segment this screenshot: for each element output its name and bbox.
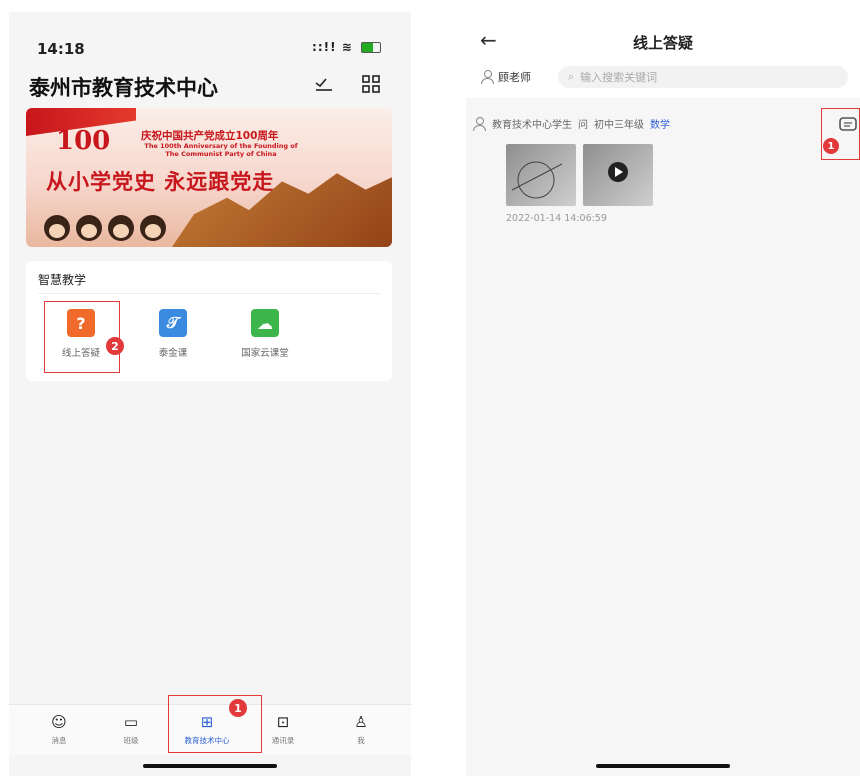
step-marker-2: 2 <box>106 337 124 355</box>
tab-label: 我 <box>357 736 365 745</box>
post-subject: 数学 <box>650 120 670 131</box>
banner-title-en: The 100th Anniversary of the Founding of… <box>136 142 306 158</box>
calligraphy-icon: 𝒯 <box>159 309 187 337</box>
battery-icon <box>361 42 381 53</box>
tab-me[interactable]: ♙ 我 <box>331 713 391 746</box>
section-title: 智慧教学 <box>38 273 87 287</box>
check-list-icon[interactable] <box>312 72 336 96</box>
video-thumbnail[interactable] <box>583 144 653 206</box>
home-indicator <box>596 764 730 768</box>
tile-national-cloud-class[interactable]: ☁ 国家云课堂 <box>230 309 300 359</box>
scan-grid-icon[interactable] <box>359 72 383 96</box>
page-title: 线上答疑 <box>632 34 693 52</box>
wifi-icon: ≋ <box>341 40 353 54</box>
tab-label: 通讯录 <box>271 736 295 745</box>
class-icon: ▭ <box>123 713 139 731</box>
highlight-box-tab <box>168 695 262 753</box>
status-icons: ::!! ≋ <box>312 40 381 54</box>
cloud-classroom-icon: ☁ <box>251 309 279 337</box>
current-user[interactable]: 顾老师 <box>480 69 531 85</box>
post-action: 问 <box>578 120 588 131</box>
user-icon <box>480 70 494 84</box>
step-marker-comment: 1 <box>823 138 839 154</box>
search-icon: ⌕ <box>568 70 575 83</box>
banner-number: 100 <box>56 126 111 156</box>
bottom-tab-bar: ☺ 消息 ▭ 班级 ⊞ 教育技术中心 ⊡ 通讯录 ♙ 我 1 <box>9 695 411 755</box>
tile-taijin-course[interactable]: 𝒯 泰金课 <box>138 309 208 359</box>
post-timestamp: 2022-01-14 14:06:59 <box>506 213 607 224</box>
tab-label: 消息 <box>51 736 67 745</box>
user-name: 顾老师 <box>498 71 531 84</box>
back-arrow-icon[interactable]: ← <box>480 28 497 52</box>
left-phone-screen: 14:18 ::!! ≋ 泰州市教育技术中心 100 庆祝中国共产党成立100周… <box>9 12 411 776</box>
status-time: 14:18 <box>37 40 85 58</box>
tile-label: 国家云课堂 <box>241 348 289 359</box>
post-author: 教育技术中心学生 <box>492 120 572 131</box>
home-indicator <box>143 764 277 768</box>
smart-teaching-card: 智慧教学 ? 线上答疑 𝒯 泰金课 ☁ 国家云课堂 2 <box>26 261 392 381</box>
signal-icon: ::!! <box>312 40 337 54</box>
banner-title-en-1: The 100th Anniversary of the Founding of <box>144 142 298 150</box>
image-thumbnail[interactable] <box>506 144 576 206</box>
profile-icon: ♙ <box>354 713 368 731</box>
tile-label: 泰金课 <box>158 348 188 359</box>
divider <box>38 293 380 294</box>
page-title: 泰州市教育技术中心 <box>29 76 218 100</box>
tab-contacts[interactable]: ⊡ 通讯录 <box>253 713 313 746</box>
tab-label: 班级 <box>123 736 139 745</box>
banner-slogan: 从小学党史 永远跟党走 <box>46 169 275 194</box>
tab-messages[interactable]: ☺ 消息 <box>29 713 89 746</box>
post-header: 教育技术中心学生 问 初中三年级 数学 <box>472 116 670 131</box>
play-icon <box>608 162 628 182</box>
message-icon: ☺ <box>51 713 67 731</box>
tab-class[interactable]: ▭ 班级 <box>101 713 161 746</box>
children-illustration <box>44 215 166 241</box>
contacts-icon: ⊡ <box>276 713 290 731</box>
anniversary-banner[interactable]: 100 庆祝中国共产党成立100周年 The 100th Anniversary… <box>26 108 392 247</box>
avatar-icon <box>472 116 486 131</box>
header: 线上答疑 ← 顾老师 ⌕ 输入搜索关键词 <box>466 12 860 98</box>
post-grade: 初中三年级 <box>594 120 644 131</box>
search-placeholder: 输入搜索关键词 <box>580 71 658 84</box>
search-input[interactable]: ⌕ 输入搜索关键词 <box>558 66 848 88</box>
step-marker-1: 1 <box>229 699 247 717</box>
right-phone-screen: 线上答疑 ← 顾老师 ⌕ 输入搜索关键词 教育技术中心学生 问 初中三年级 数学… <box>466 12 860 776</box>
banner-title-en-2: The Communist Party of China <box>165 150 277 158</box>
banner-title-cn: 庆祝中国共产党成立100周年 <box>141 130 279 142</box>
highlight-box-tile <box>44 301 120 373</box>
